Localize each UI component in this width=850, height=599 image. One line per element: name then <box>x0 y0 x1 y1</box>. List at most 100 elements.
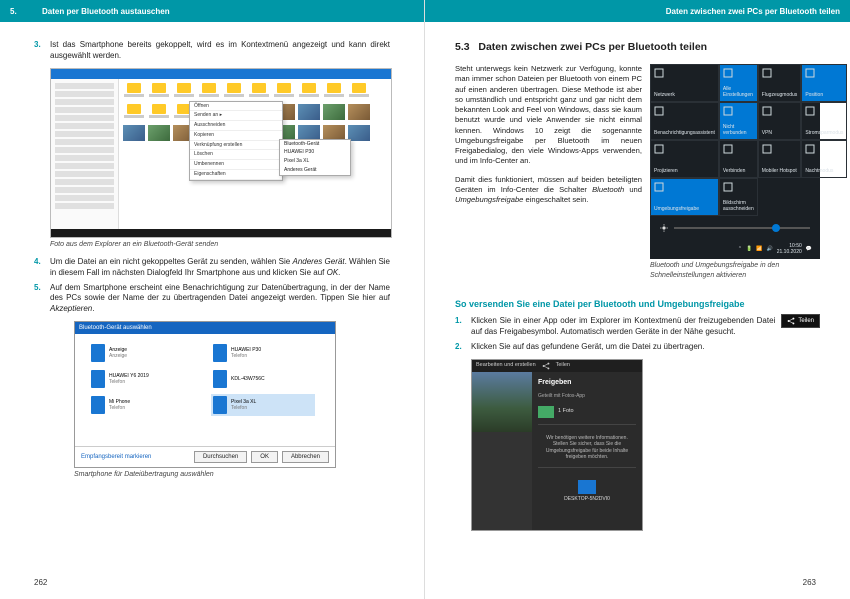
item-number: 4. <box>34 257 46 279</box>
item-text: Klicken Sie auf das gefundene Gerät, um … <box>471 342 820 353</box>
brightness-slider[interactable] <box>650 216 820 240</box>
device-icon <box>213 370 227 388</box>
chapter-number: 5. <box>10 7 32 16</box>
bluetooth-device[interactable]: AnzeigeAnzeige <box>89 342 193 364</box>
header-right: Daten zwischen zwei PCs per Bluetooth te… <box>425 0 850 22</box>
list-item: 4. Um die Datei an ein nicht gekoppeltes… <box>34 257 390 279</box>
bluetooth-device[interactable]: HUAWEI Y6 2019Telefon <box>89 368 193 390</box>
figure-share-flyout: Bearbeiten und erstellen Teilen Freigebe… <box>471 359 643 531</box>
bluetooth-device[interactable]: KDL-43W756C <box>211 368 315 390</box>
action-center-tile[interactable]: Benachrichtigungsassistent <box>650 102 719 140</box>
page-number: 263 <box>803 578 816 587</box>
tile-icon <box>723 182 733 192</box>
ok-button[interactable]: OK <box>251 451 278 463</box>
bluetooth-dialog: Bluetooth-Gerät auswählen AnzeigeAnzeige… <box>74 321 336 468</box>
header-left: 5. Daten per Bluetooth austauschen <box>0 0 424 22</box>
share-file-row: 1 Foto <box>538 406 636 418</box>
list-item: 3. Ist das Smartphone bereits gekoppelt,… <box>34 40 390 62</box>
action-center-tile[interactable]: Netzwerk <box>650 64 719 102</box>
link-empfangsbereit[interactable]: Empfangsbereit markieren <box>81 453 151 461</box>
figure-caption: Bluetooth und Umgebungsfreigabe in den S… <box>650 261 820 280</box>
action-center-tile[interactable]: Bildschirm ausschneiden <box>719 178 758 216</box>
action-center-tile[interactable]: Nicht verbunden <box>719 102 758 140</box>
item-number: 1. <box>455 316 467 338</box>
browse-button[interactable]: Durchsuchen <box>194 451 247 463</box>
explorer-sidebar <box>51 79 119 237</box>
action-center-tile[interactable]: Alle Einstellungen <box>719 64 758 102</box>
tile-icon <box>723 144 733 154</box>
context-submenu: Bluetooth-GerätHUAWEI P30Pixel 3a XLAnde… <box>279 139 351 176</box>
item-number: 5. <box>34 283 46 315</box>
bluetooth-device[interactable]: Mi PhoneTelefon <box>89 394 193 416</box>
explorer-titlebar <box>51 69 391 79</box>
section-heading: 5.3 Daten zwischen zwei PCs per Bluetoot… <box>455 40 820 54</box>
content-left: 3. Ist das Smartphone bereits gekoppelt,… <box>0 22 424 479</box>
action-center: NetzwerkAlle EinstellungenFlugzeugmodus P… <box>650 64 820 259</box>
tile-icon <box>654 68 664 78</box>
context-menu: ÖffnenSenden an ▸AusschneidenKopieren Ve… <box>189 101 283 181</box>
list-item: 1. Teilen Klicken Sie in einer App oder … <box>455 316 820 338</box>
device-icon <box>213 344 227 362</box>
action-center-tile[interactable]: Projizieren <box>650 140 719 178</box>
taskbar <box>51 229 391 237</box>
action-center-tile[interactable]: Verbinden <box>719 140 758 178</box>
list-item: 2. Klicken Sie auf das gefundene Gerät, … <box>455 342 820 353</box>
share-icon <box>542 362 550 370</box>
device-icon <box>91 396 105 414</box>
tile-icon <box>723 106 733 116</box>
subheading: So versenden Sie eine Datei per Bluetoot… <box>455 298 820 310</box>
explorer-window: ÖffnenSenden an ▸AusschneidenKopieren Ve… <box>50 68 392 238</box>
bluetooth-device[interactable]: HUAWEI P30Telefon <box>211 342 315 364</box>
tile-icon <box>723 68 733 78</box>
tile-icon <box>654 182 664 192</box>
tile-icon <box>805 68 815 78</box>
item-number: 3. <box>34 40 46 62</box>
list-item: 5. Auf dem Smartphone erscheint eine Ben… <box>34 283 390 315</box>
share-panel: Freigeben Geteilt mit Fotos-App 1 Foto W… <box>532 372 642 530</box>
tile-icon <box>762 68 772 78</box>
figure-caption: Foto aus dem Explorer an ein Bluetooth-G… <box>50 240 390 249</box>
device-icon <box>91 344 105 362</box>
item-text: Teilen Klicken Sie in einer App oder im … <box>471 316 820 338</box>
page-left: 5. Daten per Bluetooth austauschen 3. Is… <box>0 0 425 599</box>
share-button-inline[interactable]: Teilen <box>781 314 820 328</box>
share-title: Freigeben <box>538 378 636 387</box>
action-center-tile[interactable]: Mobiler Hotspot <box>758 140 802 178</box>
tile-icon <box>762 144 772 154</box>
action-center-tile[interactable]: Flugzeugmodus <box>758 64 802 102</box>
folder-icon <box>123 83 145 101</box>
action-center-tile[interactable]: Umgebungsfreigabe <box>650 178 719 216</box>
figure-explorer: ÖffnenSenden an ▸AusschneidenKopieren Ve… <box>50 68 390 238</box>
tile-icon <box>805 106 815 116</box>
photos-toolbar: Bearbeiten und erstellen Teilen <box>472 360 642 372</box>
explorer-main: ÖffnenSenden an ▸AusschneidenKopieren Ve… <box>119 79 391 237</box>
tile-icon <box>654 144 664 154</box>
share-icon <box>787 317 795 325</box>
device-icon <box>91 370 105 388</box>
page-number: 262 <box>34 578 47 587</box>
item-number: 2. <box>455 342 467 353</box>
item-text: Auf dem Smartphone erscheint eine Benach… <box>50 283 390 315</box>
figure-action-center: NetzwerkAlle EinstellungenFlugzeugmodus P… <box>650 64 820 288</box>
share-device[interactable]: DESKTOP-5N2DVI0 <box>538 480 636 503</box>
system-tray: ⌃🔋📶🔊 10:5021.10.2020 💬 <box>650 240 820 259</box>
brightness-icon <box>660 224 668 232</box>
tile-icon <box>654 106 664 116</box>
page-right: Daten zwischen zwei PCs per Bluetooth te… <box>425 0 850 599</box>
action-center-tile[interactable]: Position <box>801 64 847 102</box>
monitor-icon <box>578 480 596 494</box>
body-text: Steht unterwegs kein Netzwerk zur Verfüg… <box>455 64 642 288</box>
action-center-tile[interactable]: VPN <box>758 102 802 140</box>
chapter-title: Daten per Bluetooth austauschen <box>42 7 170 16</box>
cancel-button[interactable]: Abbrechen <box>282 451 329 463</box>
share-message: Wir benötigen weitere Informationen. Ste… <box>538 435 636 461</box>
dialog-title: Bluetooth-Gerät auswählen <box>75 322 335 334</box>
figure-caption: Smartphone für Dateiübertragung auswähle… <box>74 470 390 479</box>
content-right: 5.3 Daten zwischen zwei PCs per Bluetoot… <box>425 22 850 531</box>
share-subtitle: Geteilt mit Fotos-App <box>538 393 636 400</box>
item-text: Um die Datei an ein nicht gekoppeltes Ge… <box>50 257 390 279</box>
action-center-tile[interactable]: Stromsparmodus <box>801 102 847 140</box>
action-center-tile[interactable]: Nachtmodus <box>801 140 847 178</box>
tile-icon <box>762 106 772 116</box>
bluetooth-device[interactable]: Pixel 3a XLTelefon <box>211 394 315 416</box>
